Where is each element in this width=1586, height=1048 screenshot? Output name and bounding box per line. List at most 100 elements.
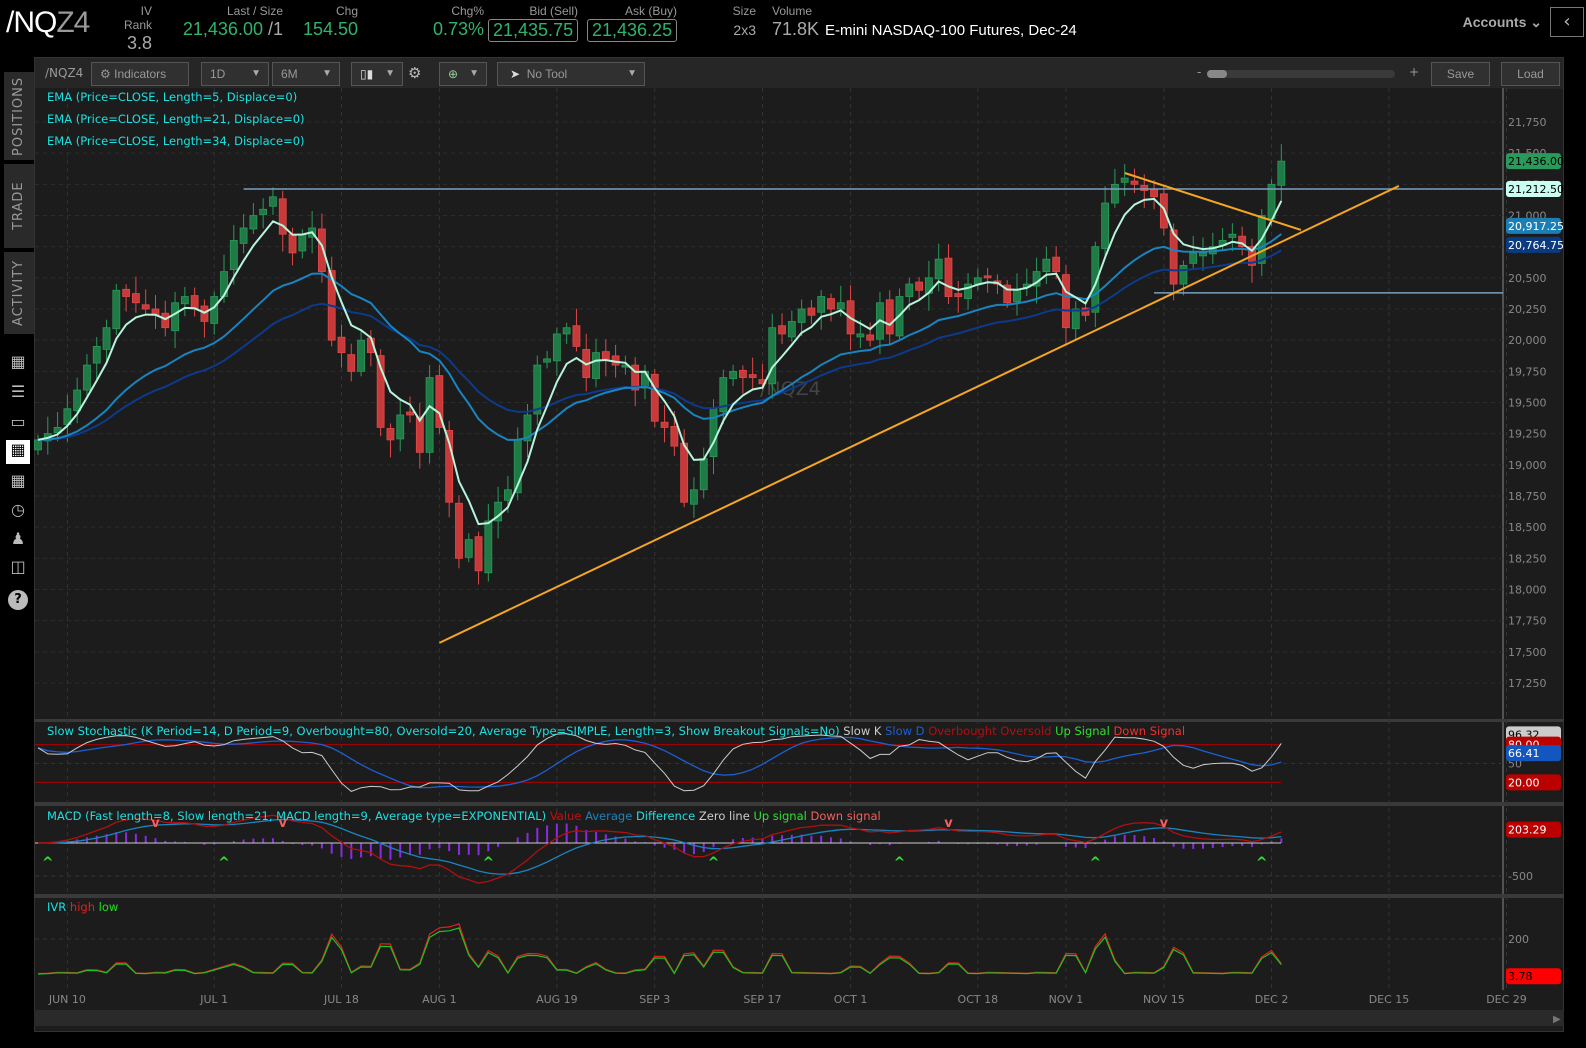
candle-body xyxy=(298,233,307,252)
price-axis-label: 18,250 xyxy=(1508,552,1547,565)
candle xyxy=(112,283,121,335)
date-label: AUG 1 xyxy=(422,993,457,1006)
candle-body xyxy=(406,411,414,416)
candle-body xyxy=(778,325,786,335)
panel-divider xyxy=(34,894,1564,898)
candle-body xyxy=(866,334,875,341)
candle-body xyxy=(1013,289,1021,303)
candle-body xyxy=(768,327,777,385)
ivr-badge: 3.78 xyxy=(1506,968,1561,985)
candle-body xyxy=(729,370,737,379)
candle-body xyxy=(1140,184,1149,191)
candle-body xyxy=(249,215,258,230)
legend-ema5: EMA (Price=CLOSE, Length=5, Displace=0) xyxy=(47,90,298,104)
date-label: NOV 15 xyxy=(1143,993,1185,1006)
stoch-slowk: Slow K xyxy=(843,724,882,738)
candle-body xyxy=(1199,252,1207,257)
date-label: SEP 17 xyxy=(743,993,781,1006)
candle-body xyxy=(259,208,268,215)
candle-body xyxy=(650,373,659,422)
date-label: DEC 2 xyxy=(1255,993,1289,1006)
candle-body xyxy=(748,374,757,378)
candle-body xyxy=(1179,264,1188,285)
candle-body xyxy=(836,302,845,310)
price-axis-label: 19,000 xyxy=(1508,459,1547,472)
candle-body xyxy=(190,295,199,310)
candle-body xyxy=(709,408,718,458)
macd-average: Average xyxy=(585,809,633,823)
up-signal-arrow-icon: ^ xyxy=(1256,855,1268,871)
candle-body xyxy=(670,426,679,447)
candle-body xyxy=(112,289,121,330)
stoch-slowd: Slow D xyxy=(885,724,925,738)
scroll-right-icon: ▶ xyxy=(1553,1014,1561,1025)
candle-body xyxy=(797,308,806,323)
macd-upsignal: Up signal xyxy=(753,809,807,823)
up-signal-arrow-icon: ^ xyxy=(218,855,230,871)
stoch-badge: 66.41 xyxy=(1506,745,1561,762)
candle-body xyxy=(1111,183,1119,204)
candle-body xyxy=(787,321,796,338)
ivr-title: IVR xyxy=(47,900,67,914)
candle-body xyxy=(73,389,82,412)
candle-body xyxy=(484,520,493,574)
stoch-overbought: Overbought xyxy=(928,724,997,738)
date-label: JUN 10 xyxy=(48,993,86,1006)
candle-body xyxy=(915,281,923,291)
candle-body xyxy=(1277,160,1286,186)
candle-body xyxy=(122,288,131,297)
candle-body xyxy=(1130,180,1139,185)
date-label: DEC 15 xyxy=(1369,993,1410,1006)
candle-body xyxy=(552,333,561,362)
ivr-low: low xyxy=(98,900,119,914)
candle xyxy=(455,495,463,569)
stoch-oversold: Oversold xyxy=(1000,724,1052,738)
price-axis-label: 17,500 xyxy=(1508,646,1547,659)
badge-text: 3.78 xyxy=(1508,970,1533,983)
candle-body xyxy=(34,439,42,451)
candle-body xyxy=(386,428,395,441)
candle-body xyxy=(141,304,150,310)
candle-body xyxy=(543,358,551,363)
stoch-upsignal: Up Signal xyxy=(1055,724,1110,738)
badge-text: 21,436.00 xyxy=(1508,155,1564,168)
candle xyxy=(650,369,659,428)
candle xyxy=(425,365,434,464)
badge-text: 20,917.25 xyxy=(1508,220,1564,233)
candle-body xyxy=(1101,202,1110,250)
candle-body xyxy=(337,336,346,354)
candle-body xyxy=(944,257,953,297)
candle-body xyxy=(954,293,963,297)
candle-body xyxy=(102,327,111,350)
stoch-badge: 20.00 xyxy=(1506,774,1561,791)
candle-body xyxy=(572,325,581,347)
ivr-high: high xyxy=(69,900,95,914)
candle-body xyxy=(1228,233,1237,238)
price-axis-label: 17,750 xyxy=(1508,615,1547,628)
macd-zeroline: Zero line xyxy=(698,809,750,823)
plot-area xyxy=(35,898,1503,990)
horizontal-scrollbar[interactable] xyxy=(34,1010,1564,1026)
price-axis-label: 17,250 xyxy=(1508,677,1547,690)
candle-body xyxy=(180,296,189,305)
candle-body xyxy=(690,489,698,505)
candle-body xyxy=(425,377,434,453)
candle-body xyxy=(1052,256,1061,273)
candle-body xyxy=(738,369,747,378)
macd-value: Value xyxy=(549,809,582,823)
macd-axis-label: -500 xyxy=(1508,870,1533,883)
candle-body xyxy=(1150,189,1158,198)
candle-body xyxy=(92,345,101,364)
chart-canvas[interactable]: JUN 10 JUL 1 JUL 18 AUG 1 AUG 19 SEP 3 SEP 17 O… xyxy=(0,0,1586,1048)
badge-text: 20,764.75 xyxy=(1508,239,1564,252)
legend-ivr: IVR high low xyxy=(47,900,118,914)
candle-body xyxy=(1071,308,1080,330)
candle-body xyxy=(856,333,865,338)
date-label: JUL 1 xyxy=(199,993,228,1006)
down-signal-arrow-icon: v xyxy=(944,816,953,831)
price-axis-label: 19,250 xyxy=(1508,428,1547,441)
stoch-downsignal: Down Signal xyxy=(1113,724,1186,738)
up-signal-arrow-icon: ^ xyxy=(894,855,906,871)
date-label: OCT 18 xyxy=(958,993,999,1006)
price-badge: 20,764.75 xyxy=(1506,236,1564,253)
